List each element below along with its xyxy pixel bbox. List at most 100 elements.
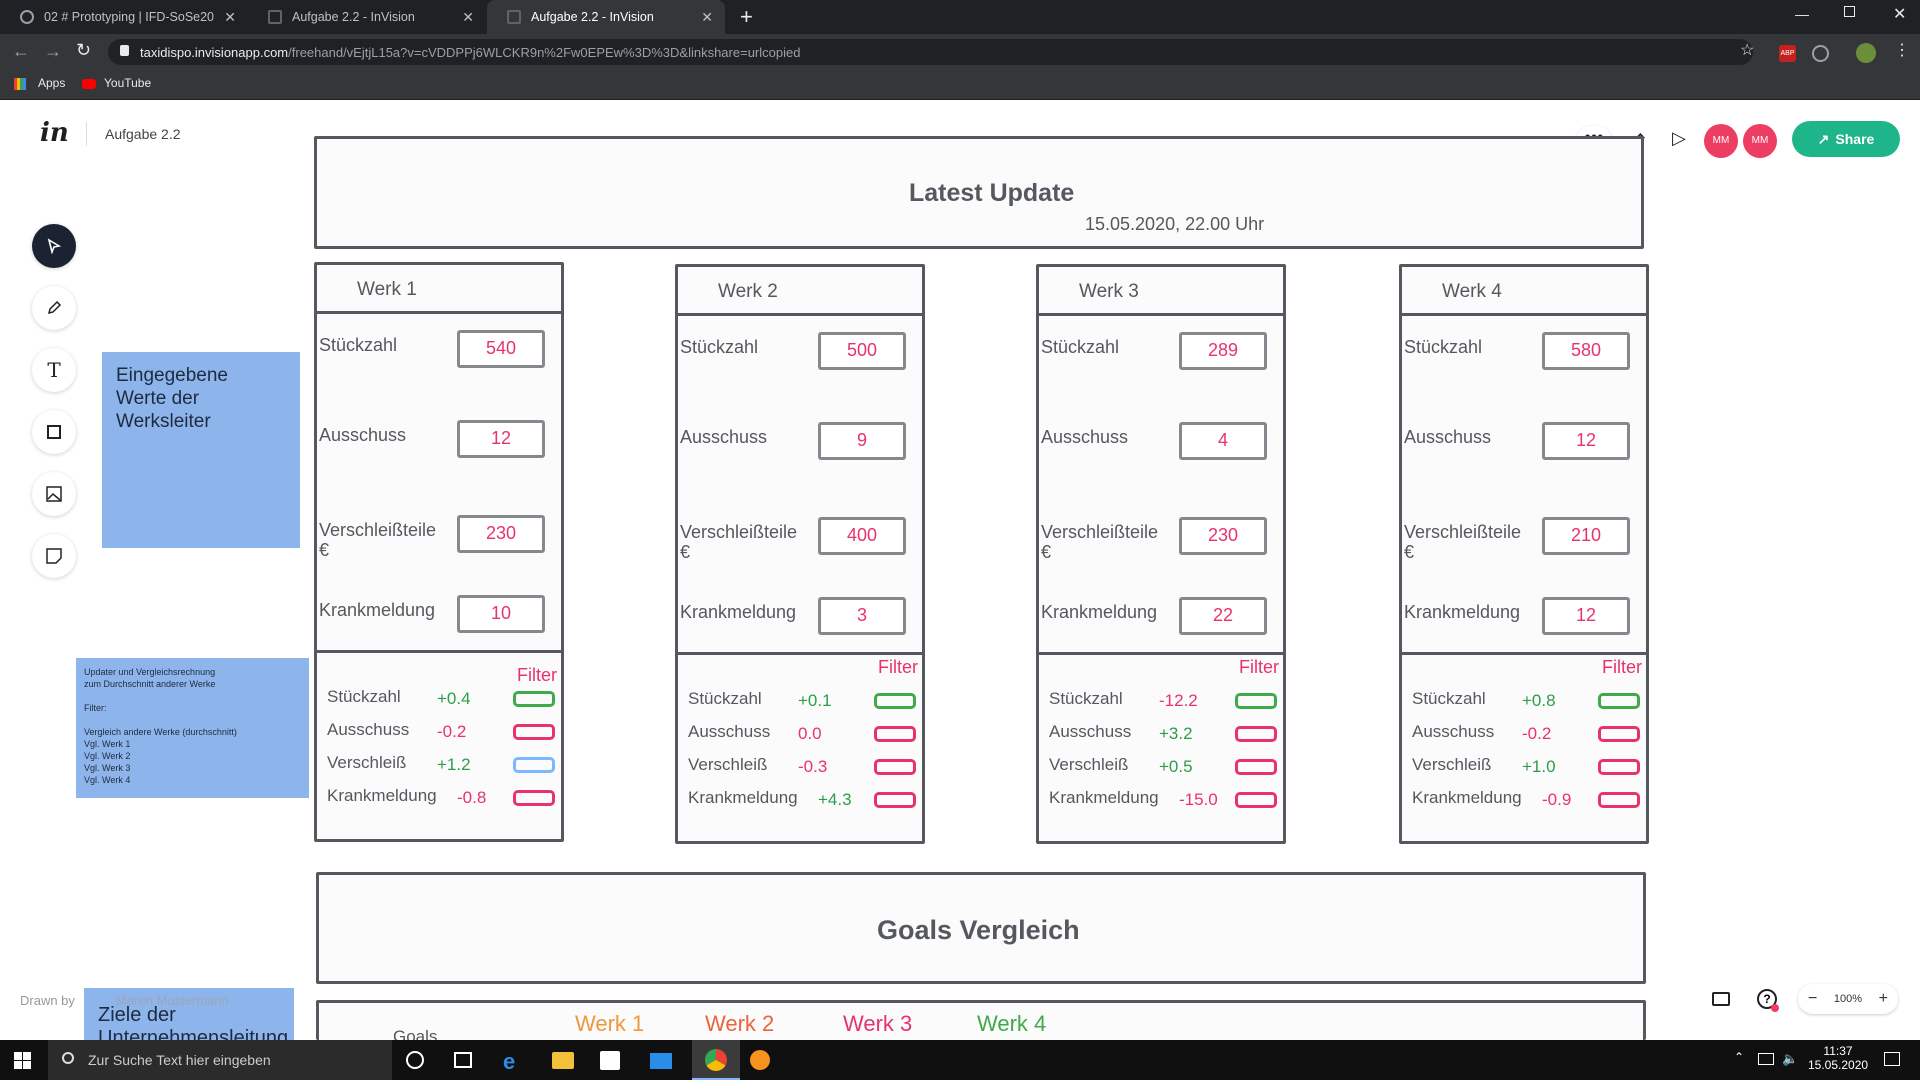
extension-icon[interactable] — [1812, 45, 1829, 62]
tab-favicon-icon — [268, 10, 282, 24]
present-play-icon[interactable]: ▷ — [1672, 128, 1686, 149]
tray-chevron-icon[interactable]: ⌃ — [1734, 1050, 1744, 1064]
mail-icon[interactable] — [650, 1053, 672, 1069]
filter-checkbox[interactable] — [1598, 759, 1640, 775]
filter-checkbox[interactable] — [1598, 726, 1640, 742]
value-input[interactable]: 22 — [1179, 597, 1267, 635]
sticky-note-input-values[interactable]: Eingegebene Werte der Werksleiter — [102, 352, 300, 548]
divider — [86, 122, 87, 146]
drawn-by-label: Drawn by — [20, 993, 75, 1008]
bookmark-star-icon[interactable]: ☆ — [1740, 40, 1754, 60]
image-icon — [46, 486, 62, 502]
keyboard-icon[interactable] — [1712, 992, 1730, 1006]
filter-checkbox[interactable] — [1598, 693, 1640, 709]
filter-checkbox[interactable] — [874, 792, 916, 808]
chrome-taskbar-button[interactable] — [692, 1040, 740, 1080]
shape-tool[interactable] — [32, 410, 76, 454]
profile-avatar[interactable] — [1856, 43, 1876, 63]
value-input[interactable]: 289 — [1179, 332, 1267, 370]
action-center-icon[interactable] — [1884, 1052, 1900, 1066]
close-window-icon[interactable]: ✕ — [1893, 4, 1906, 24]
cortana-icon[interactable] — [406, 1051, 424, 1069]
chrome-icon — [705, 1049, 727, 1071]
bookmark-youtube[interactable]: YouTube — [104, 76, 151, 90]
value-input[interactable]: 4 — [1179, 422, 1267, 460]
werk-name: Werk 3 — [1079, 281, 1139, 302]
select-tool[interactable] — [32, 224, 76, 268]
invision-logo[interactable]: in — [40, 118, 69, 148]
close-tab-icon[interactable]: ✕ — [701, 9, 713, 26]
store-icon[interactable] — [600, 1051, 620, 1070]
sticky-note-comparison[interactable]: Updater und Vergleichsrechnung zum Durch… — [76, 658, 309, 798]
address-bar[interactable]: taxidispo.invisionapp.com/freehand/vEjtj… — [108, 39, 1753, 65]
close-tab-icon[interactable]: ✕ — [462, 9, 474, 26]
task-view-icon[interactable] — [454, 1052, 472, 1068]
value-input[interactable]: 10 — [457, 595, 545, 633]
filter-checkbox[interactable] — [1235, 792, 1277, 808]
filter-checkbox[interactable] — [874, 759, 916, 775]
share-button[interactable]: ↗ Share — [1792, 121, 1900, 157]
restore-icon[interactable] — [1844, 6, 1855, 17]
value-input[interactable]: 3 — [818, 597, 906, 635]
value-input[interactable]: 540 — [457, 330, 545, 368]
header-date: 15.05.2020, 22.00 Uhr — [1085, 214, 1265, 234]
tab-label: 02 # Prototyping | IFD-SoSe20 — [44, 10, 215, 24]
value-input[interactable]: 580 — [1542, 332, 1630, 370]
edge-icon[interactable]: e — [503, 1049, 515, 1075]
browser-tab[interactable]: Aufgabe 2.2 - InVision ✕ — [248, 0, 486, 34]
app-icon[interactable] — [750, 1050, 770, 1070]
volume-icon[interactable]: 🔈 — [1782, 1051, 1798, 1067]
forward-icon[interactable]: → — [44, 41, 62, 62]
pen-tool[interactable] — [32, 286, 76, 330]
file-explorer-icon[interactable] — [552, 1052, 574, 1069]
compare-label: Stückzahl — [1049, 689, 1123, 708]
value-input[interactable]: 12 — [457, 420, 545, 458]
text-tool[interactable]: T — [32, 348, 76, 392]
browser-tab-active[interactable]: Aufgabe 2.2 - InVision ✕ — [487, 0, 725, 34]
network-icon[interactable] — [1758, 1053, 1774, 1065]
back-icon[interactable]: ← — [12, 41, 30, 62]
value-input[interactable]: 210 — [1542, 517, 1630, 555]
value-input[interactable]: 12 — [1542, 422, 1630, 460]
zoom-out-icon[interactable]: − — [1808, 990, 1817, 1008]
compare-label: Stückzahl — [1412, 689, 1486, 708]
filter-checkbox[interactable] — [1235, 759, 1277, 775]
filter-checkbox[interactable] — [874, 726, 916, 742]
delta-value: -0.8 — [457, 788, 487, 807]
reload-icon[interactable]: ↻ — [76, 40, 91, 61]
close-tab-icon[interactable]: ✕ — [224, 9, 236, 26]
value-input[interactable]: 230 — [1179, 517, 1267, 555]
document-title[interactable]: Aufgabe 2.2 — [105, 126, 181, 142]
filter-checkbox[interactable] — [513, 691, 555, 707]
minimize-icon[interactable]: — — [1795, 6, 1809, 22]
collaborator-avatar[interactable]: MM — [1743, 124, 1777, 158]
value-input[interactable]: 230 — [457, 515, 545, 553]
browser-menu-icon[interactable]: ⋮ — [1894, 40, 1910, 60]
collaborator-avatar[interactable]: MM — [1704, 124, 1738, 158]
windows-start-icon[interactable] — [14, 1052, 31, 1069]
filter-checkbox[interactable] — [513, 757, 555, 773]
taskbar-search[interactable]: Zur Suche Text hier eingeben — [48, 1040, 392, 1080]
compare-label: Verschleiß — [688, 755, 768, 774]
clock[interactable]: 11:37 15.05.2020 — [1808, 1044, 1868, 1072]
filter-checkbox[interactable] — [1235, 693, 1277, 709]
value-input[interactable]: 500 — [818, 332, 906, 370]
search-icon — [62, 1052, 74, 1064]
filter-checkbox[interactable] — [1235, 726, 1277, 742]
compare-label: Krankmeldung — [1049, 788, 1159, 807]
new-tab-icon[interactable]: + — [740, 4, 753, 30]
zoom-in-icon[interactable]: + — [1879, 990, 1888, 1008]
sticky-note-tool[interactable] — [32, 534, 76, 578]
bookmark-apps[interactable]: Apps — [38, 76, 65, 90]
filter-checkbox[interactable] — [513, 724, 555, 740]
adblock-extension-icon[interactable]: ABP — [1779, 45, 1796, 62]
value-input[interactable]: 400 — [818, 517, 906, 555]
filter-checkbox[interactable] — [874, 693, 916, 709]
browser-tab[interactable]: 02 # Prototyping | IFD-SoSe20 ✕ — [0, 0, 248, 34]
filter-checkbox[interactable] — [1598, 792, 1640, 808]
value-input[interactable]: 12 — [1542, 597, 1630, 635]
filter-checkbox[interactable] — [513, 790, 555, 806]
delta-value: +3.2 — [1159, 724, 1193, 743]
value-input[interactable]: 9 — [818, 422, 906, 460]
image-tool[interactable] — [32, 472, 76, 516]
